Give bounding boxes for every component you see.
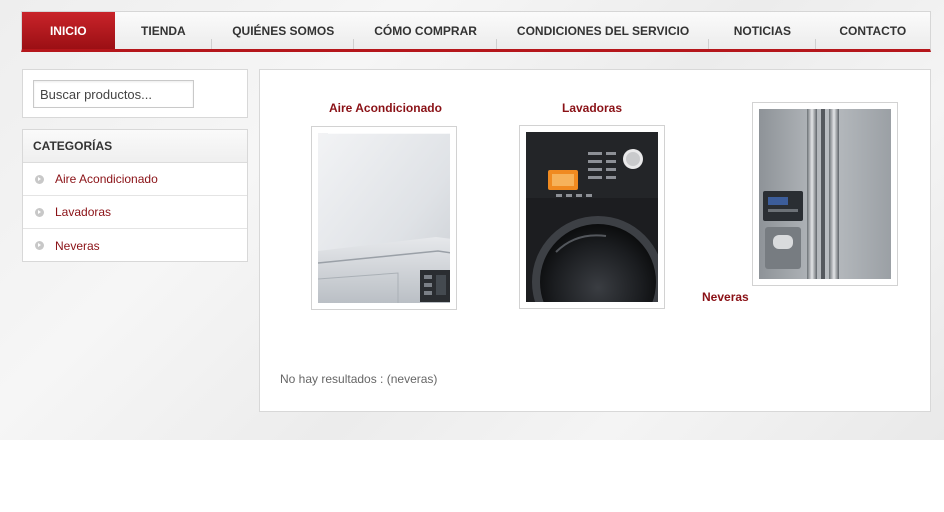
refrigerator-image xyxy=(759,109,891,279)
nav-item-condiciones-del-servicio[interactable]: CONDICIONES DEL SERVICIO xyxy=(497,12,710,49)
category-item-aire-acondicionado[interactable]: Aire Acondicionado xyxy=(23,163,247,196)
washing-machine-image xyxy=(526,132,658,302)
nav-item-como-comprar[interactable]: CÓMO COMPRAR xyxy=(354,12,497,49)
category-item-neveras[interactable]: Neveras xyxy=(23,229,247,262)
categories-panel: CATEGORÍAS Aire Acondicionado Lavadoras … xyxy=(22,129,248,262)
product-title-aire-acondicionado[interactable]: Aire Acondicionado xyxy=(329,101,442,115)
arrow-bullet-icon xyxy=(35,241,44,250)
nav-item-inicio[interactable]: INICIO xyxy=(22,12,115,49)
air-conditioner-image xyxy=(318,133,450,303)
main-navigation: INICIO TIENDA QUIÉNES SOMOS CÓMO COMPRAR… xyxy=(21,11,931,52)
category-item-lavadoras[interactable]: Lavadoras xyxy=(23,196,247,229)
product-thumbnail-lavadoras[interactable] xyxy=(519,125,665,309)
arrow-bullet-icon xyxy=(35,207,44,217)
product-title-neveras[interactable]: Neveras xyxy=(702,290,749,304)
product-thumbnail-neveras[interactable] xyxy=(752,102,898,286)
nav-item-quienes-somos[interactable]: QUIÉNES SOMOS xyxy=(212,12,355,49)
category-label: Aire Acondicionado xyxy=(55,172,158,186)
search-input[interactable] xyxy=(33,80,194,108)
arrow-bullet-icon xyxy=(35,174,44,184)
nav-item-tienda[interactable]: TIENDA xyxy=(115,12,213,49)
product-title-lavadoras[interactable]: Lavadoras xyxy=(562,101,622,115)
category-label: Lavadoras xyxy=(55,205,112,219)
no-results-message: No hay resultados : (neveras) xyxy=(280,372,438,386)
category-label: Neveras xyxy=(55,238,100,253)
product-grid: Aire Acondicionado Lavadoras Neveras No … xyxy=(259,69,931,412)
search-panel xyxy=(22,69,248,118)
nav-item-contacto[interactable]: CONTACTO xyxy=(816,12,930,49)
categories-header: CATEGORÍAS xyxy=(23,130,247,163)
nav-item-noticias[interactable]: NOTICIAS xyxy=(709,12,816,49)
product-thumbnail-aire-acondicionado[interactable] xyxy=(311,126,457,310)
